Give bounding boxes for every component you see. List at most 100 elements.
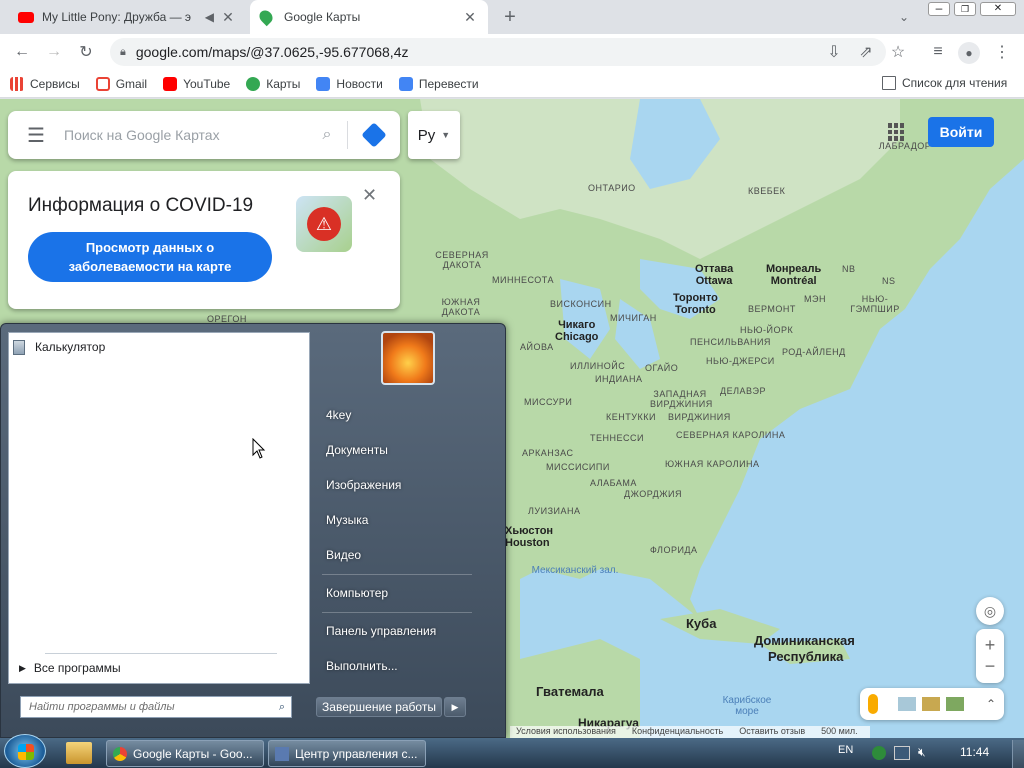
minimize-icon[interactable]: – [928, 2, 950, 16]
tab-search-icon[interactable]: ⌄ [892, 5, 916, 29]
shutdown-button[interactable]: Завершение работы [316, 697, 442, 717]
gmail-icon [95, 76, 110, 91]
city-label: Торонто Toronto [673, 292, 718, 316]
security-icon[interactable] [872, 746, 886, 760]
tab-youtube[interactable]: My Little Pony: Дружба — э ◀︎ ✕ [8, 0, 246, 34]
bookmark-youtube[interactable]: YouTube [163, 76, 230, 91]
hamburger-icon[interactable]: ☰ [8, 123, 64, 148]
share-icon[interactable]: ⇗ [854, 40, 878, 64]
all-programs[interactable]: ▶ Все программы [19, 661, 121, 675]
feedback-link[interactable]: Оставить отзыв [739, 726, 805, 738]
tab-title: Google Карты [284, 10, 361, 24]
close-tab-icon[interactable]: ✕ [220, 9, 236, 26]
media-icon[interactable]: ≡ [926, 40, 950, 64]
satellite-layer-icon[interactable] [922, 697, 940, 711]
place-control-panel[interactable]: Панель управления [326, 624, 436, 638]
close-window-icon[interactable]: ✕ [980, 2, 1016, 16]
zoom-controls: + − [976, 629, 1004, 683]
directions-icon[interactable] [348, 122, 400, 148]
bookmark-services[interactable]: Сервисы [10, 76, 80, 91]
pegman-icon[interactable] [868, 694, 878, 714]
zoom-in-icon[interactable]: + [985, 635, 996, 656]
menu-kebab-icon[interactable]: ⋮ [990, 40, 1014, 64]
back-icon[interactable]: ← [10, 40, 34, 64]
language-layer-button[interactable]: Ру ▼ [408, 111, 460, 159]
bookmark-label: Новости [336, 76, 383, 91]
reading-list-label: Список для чтения [902, 76, 1008, 90]
reading-list-icon [882, 76, 896, 90]
region-label: НЬЮ-ГЭМПШИР [850, 294, 900, 314]
calculator-icon [13, 339, 25, 355]
place-documents[interactable]: Документы [326, 443, 388, 457]
install-icon[interactable]: ⇩ [822, 40, 846, 64]
show-desktop-button[interactable] [1012, 740, 1024, 768]
map-footer: Условия использования Конфиденциальность… [510, 726, 870, 738]
forward-icon[interactable]: → [42, 40, 66, 64]
taskbar-chrome[interactable]: Google Карты - Goo... [106, 740, 264, 767]
region-label: МИЧИГАН [610, 313, 657, 323]
place-run[interactable]: Выполнить... [326, 659, 398, 673]
bookmark-maps[interactable]: Карты [246, 76, 301, 91]
bookmark-news[interactable]: Новости [316, 76, 383, 91]
start-button[interactable] [4, 734, 46, 768]
place-pictures[interactable]: Изображения [326, 478, 401, 492]
mouse-cursor-icon [252, 438, 266, 459]
clock[interactable]: 11:44 [960, 745, 989, 759]
maps-search-box[interactable]: ☰ Поиск на Google Картах ⌕ [8, 111, 400, 159]
program-calculator[interactable]: Калькулятор [13, 337, 303, 357]
explorer-icon[interactable] [66, 742, 92, 764]
bookmark-label: Gmail [115, 76, 148, 91]
place-4key[interactable]: 4key [326, 408, 351, 422]
bookmark-translate[interactable]: Перевести [398, 76, 479, 91]
region-label: НЬЮ-ЙОРК [740, 325, 794, 335]
shutdown-options-icon[interactable]: ▶ [444, 697, 466, 717]
place-video[interactable]: Видео [326, 548, 361, 562]
region-label: ВИСКОНСИН [550, 299, 612, 309]
expand-layers-icon[interactable]: ⌃ [986, 697, 996, 711]
star-icon[interactable]: ☆ [886, 40, 910, 64]
start-menu-places: 4key Документы Изображения Музыка Видео … [310, 330, 502, 722]
start-search-input[interactable]: Найти программы и файлы ⌕ [20, 696, 292, 718]
apps-grid-icon[interactable] [888, 123, 906, 141]
taskbar-network-center[interactable]: Центр управления с... [268, 740, 426, 767]
bookmark-label: Карты [266, 76, 301, 91]
privacy-link[interactable]: Конфиденциальность [632, 726, 723, 738]
language-indicator[interactable]: EN [838, 744, 853, 756]
reload-icon[interactable]: ↻ [74, 40, 98, 64]
close-icon[interactable]: ✕ [362, 185, 377, 206]
restore-icon[interactable]: ❐ [954, 2, 976, 16]
terrain-layer-icon[interactable] [898, 697, 916, 711]
speaker-icon[interactable]: ◀︎ [205, 10, 214, 24]
region-label: ПЕНСИЛЬВАНИЯ [690, 337, 771, 347]
reading-list-button[interactable]: Список для чтения [882, 76, 1007, 90]
bookmark-label: Перевести [418, 76, 479, 91]
volume-muted-icon[interactable]: 🔇︎ [918, 745, 926, 760]
place-music[interactable]: Музыка [326, 513, 368, 527]
tab-google-maps[interactable]: Google Карты ✕ [250, 0, 488, 34]
signin-button[interactable]: Войти [928, 117, 994, 147]
profile-icon[interactable]: ● [958, 42, 980, 64]
country-label: Доминиканская [754, 633, 855, 648]
new-tab-icon[interactable]: + [498, 5, 522, 29]
region-label: СЕВЕРНАЯ ДАКОТА [435, 250, 489, 270]
bookmark-gmail[interactable]: Gmail [95, 76, 148, 91]
search-icon[interactable]: ⌕ [307, 126, 347, 144]
place-computer[interactable]: Компьютер [326, 586, 388, 600]
my-location-icon[interactable]: ◎ [976, 597, 1004, 625]
close-tab-icon[interactable]: ✕ [462, 9, 478, 26]
address-bar[interactable]: 🔒︎ google.com/maps/@37.0625,-95.677068,4… [110, 38, 886, 66]
zoom-out-icon[interactable]: − [985, 656, 996, 677]
chrome-icon [113, 746, 127, 761]
country-label: Республика [768, 649, 844, 664]
region-label: ЛУИЗИАНА [528, 506, 581, 516]
relief-layer-icon[interactable] [946, 697, 964, 711]
network-icon[interactable] [894, 746, 910, 760]
lock-icon: 🔒︎ [120, 45, 126, 58]
terms-link[interactable]: Условия использования [516, 726, 616, 738]
region-label: ВИРДЖИНИЯ [668, 412, 731, 422]
covid-map-button[interactable]: Просмотр данных о заболеваемости на карт… [28, 232, 272, 282]
tab-title: My Little Pony: Дружба — э [42, 10, 192, 24]
search-icon: ⌕ [278, 700, 285, 713]
maps-search-input[interactable]: Поиск на Google Картах [64, 127, 307, 143]
region-label: ИЛЛИНОЙС [570, 361, 626, 371]
